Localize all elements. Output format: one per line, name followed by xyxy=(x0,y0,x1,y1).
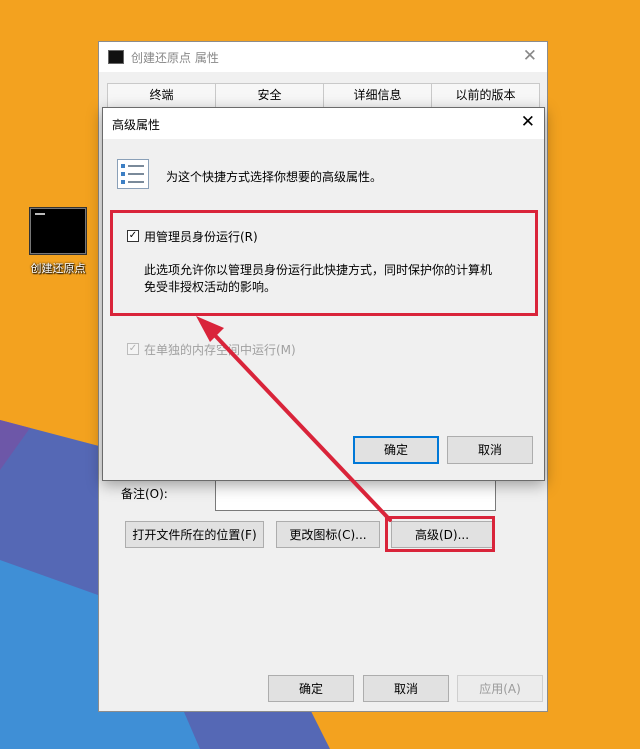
separate-memory-checkbox: ✓ xyxy=(127,343,139,355)
close-icon[interactable]: ✕ xyxy=(521,112,535,132)
advanced-button-highlight xyxy=(385,516,495,552)
tab-previous-versions[interactable]: 以前的版本 xyxy=(431,83,540,107)
dialog-ok-button[interactable]: 确定 xyxy=(353,436,439,464)
properties-cancel-button[interactable]: 取消 xyxy=(363,675,449,702)
remark-input[interactable] xyxy=(215,478,496,511)
dialog-title: 高级属性 xyxy=(112,118,161,132)
properties-apply-button: 应用(A) xyxy=(457,675,543,702)
change-icon-button[interactable]: 更改图标(C)... xyxy=(276,521,380,548)
run-as-admin-highlight xyxy=(110,210,538,316)
properties-ok-button[interactable]: 确定 xyxy=(268,675,354,702)
separate-memory-label: 在单独的内存空间中运行(M) xyxy=(144,343,296,357)
close-icon[interactable]: ✕ xyxy=(523,46,537,66)
remark-label: 备注(O): xyxy=(121,487,168,501)
desktop-icon-restore-point[interactable]: 创建还原点 xyxy=(18,208,98,276)
checklist-icon xyxy=(117,159,149,189)
dialog-title-bar: 高级属性 ✕ xyxy=(103,108,544,139)
dialog-description: 为这个快捷方式选择你想要的高级属性。 xyxy=(166,170,383,184)
desktop-icon-label: 创建还原点 xyxy=(30,262,86,275)
terminal-icon xyxy=(108,50,124,64)
open-file-location-button[interactable]: 打开文件所在的位置(F) xyxy=(125,521,264,548)
tab-security[interactable]: 安全 xyxy=(215,83,324,107)
terminal-icon xyxy=(30,208,86,254)
tab-details[interactable]: 详细信息 xyxy=(323,83,432,107)
tab-terminal[interactable]: 终端 xyxy=(107,83,216,107)
properties-tabs: 终端 安全 详细信息 以前的版本 xyxy=(107,83,540,107)
properties-title: 创建还原点 属性 xyxy=(131,51,219,65)
dialog-cancel-button[interactable]: 取消 xyxy=(447,436,533,464)
properties-title-bar: 创建还原点 属性 ✕ xyxy=(99,42,547,72)
